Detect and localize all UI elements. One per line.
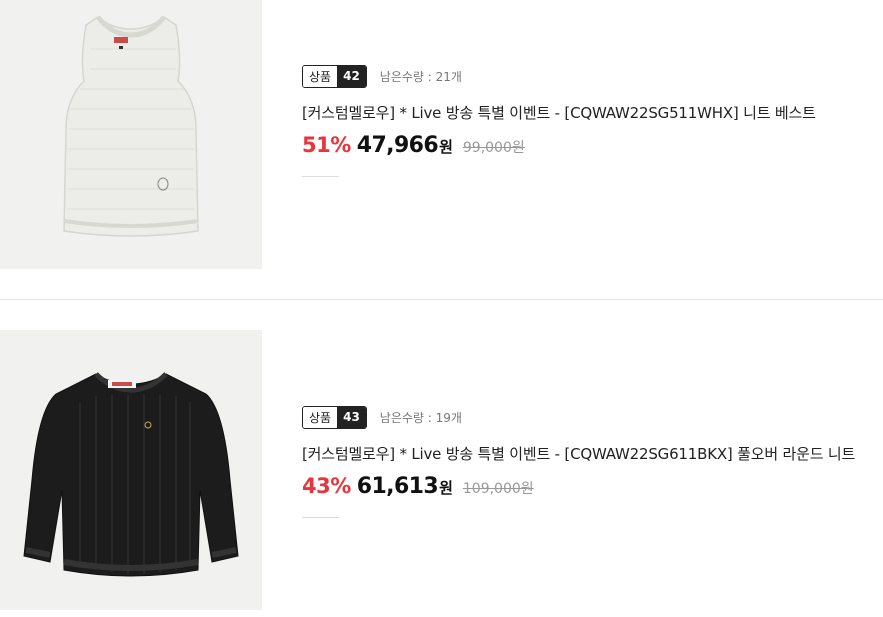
product-item[interactable]: 상품 43 남은수량 : 19개 [커스텀멜로우] * Live 방송 특별 이… (0, 330, 883, 617)
price-row: 51% 47,966 원 99,000원 (302, 133, 816, 158)
product-thumbnail[interactable] (0, 330, 262, 610)
price-row: 43% 61,613 원 109,000원 (302, 474, 855, 499)
short-divider (302, 176, 339, 177)
badge-number: 42 (337, 65, 366, 87)
discount-rate: 43% (302, 474, 351, 498)
product-info: 상품 43 남은수량 : 19개 [커스텀멜로우] * Live 방송 특별 이… (302, 405, 855, 518)
product-list: 상품 42 남은수량 : 21개 [커스텀멜로우] * Live 방송 특별 이… (0, 0, 883, 617)
product-number-badge: 상품 42 (302, 64, 367, 88)
black-knit-pullover-image (0, 330, 262, 610)
product-title[interactable]: [커스텀멜로우] * Live 방송 특별 이벤트 - [CQWAW22SG51… (302, 102, 816, 123)
currency-unit: 원 (439, 479, 453, 497)
original-price: 109,000원 (462, 481, 534, 497)
white-knit-vest-image (0, 0, 262, 269)
stock-remaining: 남은수량 : 21개 (379, 69, 462, 84)
product-number-badge: 상품 43 (302, 405, 367, 429)
currency-unit: 원 (439, 138, 453, 156)
discount-rate: 51% (302, 133, 351, 157)
product-meta: 상품 42 남은수량 : 21개 (302, 64, 816, 88)
product-item[interactable]: 상품 42 남은수량 : 21개 [커스텀멜로우] * Live 방송 특별 이… (0, 0, 883, 300)
product-thumbnail[interactable] (0, 0, 262, 269)
sale-price: 61,613 (356, 474, 439, 499)
stock-remaining: 남은수량 : 19개 (379, 410, 462, 425)
badge-label: 상품 (303, 65, 338, 87)
short-divider (302, 517, 339, 518)
product-title[interactable]: [커스텀멜로우] * Live 방송 특별 이벤트 - [CQWAW22SG61… (302, 443, 855, 464)
badge-number: 43 (337, 406, 366, 428)
badge-label: 상품 (303, 406, 338, 428)
sale-price: 47,966 (356, 133, 439, 158)
product-info: 상품 42 남은수량 : 21개 [커스텀멜로우] * Live 방송 특별 이… (302, 64, 816, 177)
original-price: 99,000원 (462, 140, 525, 156)
product-meta: 상품 43 남은수량 : 19개 (302, 405, 855, 429)
item-divider (0, 299, 883, 300)
